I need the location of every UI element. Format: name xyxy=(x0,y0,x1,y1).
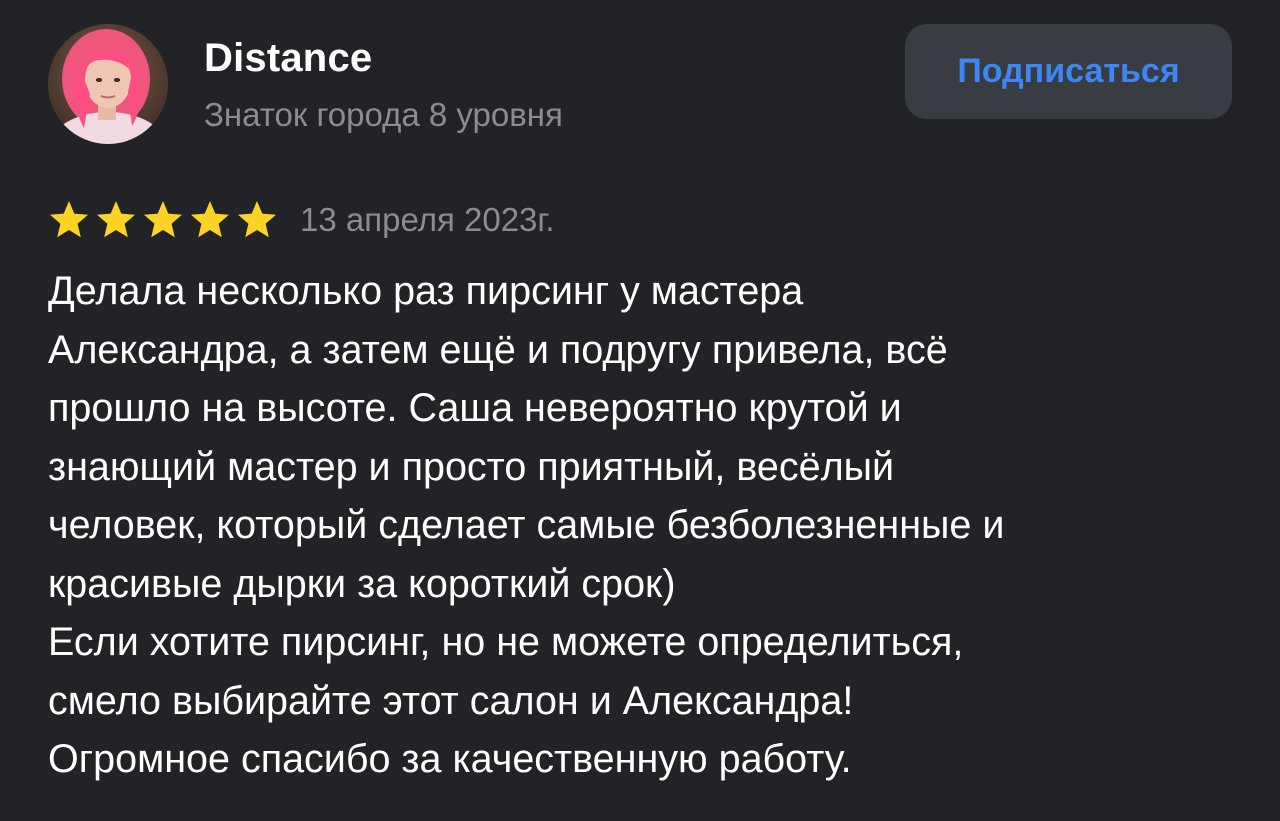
avatar[interactable] xyxy=(48,24,168,144)
review-text-line: Делала несколько раз пирсинг у мастера xyxy=(48,269,804,313)
user-photo-avatar-icon xyxy=(48,24,168,144)
author-level: Знаток города 8 уровня xyxy=(204,96,563,133)
review-text-line: Если хотите пирсинг, но не можете опреде… xyxy=(48,620,964,664)
star-icon xyxy=(97,201,135,238)
review-text-line: знающий мастер и просто приятный, весёлы… xyxy=(48,444,895,489)
subscribe-button[interactable]: Подписаться xyxy=(905,24,1232,119)
review-text-line: красивые дырки за короткий срок) xyxy=(48,561,676,606)
review-text-line: смело выбирайте этот салон и Александра! xyxy=(48,678,854,723)
review-text-line: человек, который сделает самые безболезн… xyxy=(48,503,1005,547)
review-card: Distance Знаток города 8 уровня Подписат… xyxy=(0,0,1280,821)
review-text-line: Огромное спасибо за качественную работу. xyxy=(48,737,852,781)
star-icon xyxy=(50,201,88,238)
author-name[interactable]: Distance xyxy=(204,36,372,81)
review-date: 13 апреля 2023г. xyxy=(300,201,555,238)
review-text: Делала несколько раз пирсинг у мастера Ал… xyxy=(48,262,1248,789)
rating-stars xyxy=(48,199,278,241)
rating-row: 13 апреля 2023г. xyxy=(48,192,555,248)
star-icon xyxy=(191,201,229,238)
star-icon xyxy=(144,201,182,238)
review-text-line: прошло на высоте. Саша невероятно крутой… xyxy=(48,386,902,430)
star-icon xyxy=(238,201,276,238)
review-text-line: Александра, а затем ещё и подругу привел… xyxy=(48,327,948,372)
